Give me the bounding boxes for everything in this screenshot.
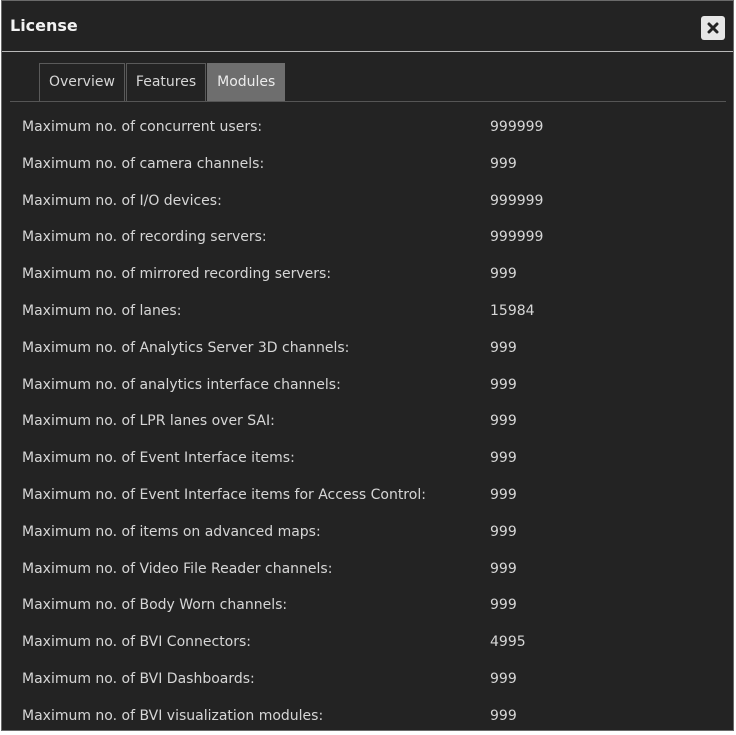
module-label: Maximum no. of LPR lanes over SAI:: [22, 413, 275, 430]
module-label: Maximum no. of I/O devices:: [22, 192, 222, 209]
dialog-title: License: [10, 16, 78, 35]
module-row: Maximum no. of Event Interface items for…: [2, 477, 733, 514]
module-row: Maximum no. of Body Worn channels: 999: [2, 587, 733, 624]
module-value: 15984: [490, 302, 535, 319]
module-row: Maximum no. of items on advanced maps: 99…: [2, 514, 733, 551]
module-label: Maximum no. of BVI Dashboards:: [22, 670, 255, 687]
module-row: Maximum no. of recording servers: 999999: [2, 219, 733, 256]
modules-list: Maximum no. of concurrent users: 999999 Ma…: [2, 109, 733, 735]
title-bar: License: [2, 1, 733, 52]
module-label: Maximum no. of Event Interface items:: [22, 450, 295, 467]
module-row: Maximum no. of mirrored recording server…: [2, 256, 733, 293]
module-label: Maximum no. of BVI Connectors:: [22, 634, 252, 651]
license-dialog: License Overview Features Modules Maximu…: [1, 0, 734, 731]
module-row: Maximum no. of BVI Dashboards: 999: [2, 661, 733, 698]
close-icon: [707, 22, 719, 34]
close-button[interactable]: [701, 16, 725, 40]
module-row: Maximum no. of camera channels: 999: [2, 146, 733, 183]
module-label: Maximum no. of concurrent users:: [22, 119, 263, 135]
tab-features[interactable]: Features: [125, 63, 207, 101]
module-label: Maximum no. of mirrored recording server…: [22, 266, 332, 283]
module-value: 999: [490, 670, 517, 687]
module-label: Maximum no. of camera channels:: [22, 155, 265, 172]
module-value: 999: [490, 597, 517, 614]
module-row: Maximum no. of BVI Connectors: 4995: [2, 624, 733, 661]
module-value: 999999: [490, 229, 544, 246]
module-label: Maximum no. of Body Worn channels:: [22, 597, 288, 614]
tab-divider: [10, 101, 726, 102]
module-label: Maximum no. of items on advanced maps:: [22, 523, 321, 540]
module-label: Maximum no. of analytics interface chann…: [22, 376, 341, 393]
module-value: 999: [490, 450, 517, 467]
module-value: 999: [490, 560, 517, 577]
module-value: 999999: [490, 119, 544, 135]
module-row: Maximum no. of LPR lanes over SAI: 999: [2, 403, 733, 440]
module-value: 999999: [490, 192, 544, 209]
module-label: Maximum no. of lanes:: [22, 302, 182, 319]
module-value: 999: [490, 707, 517, 724]
module-row: Maximum no. of Event Interface items: 999: [2, 440, 733, 477]
module-value: 4995: [490, 634, 526, 651]
module-row: Maximum no. of concurrent users: 999999: [2, 109, 733, 146]
module-label: Maximum no. of Analytics Server 3D chann…: [22, 339, 350, 356]
module-row: Maximum no. of Video File Reader channel…: [2, 551, 733, 588]
tab-strip: Overview Features Modules: [39, 63, 286, 101]
module-value: 999: [490, 155, 517, 172]
module-row: Maximum no. of BVI visualization modules…: [2, 698, 733, 735]
module-value: 999: [490, 523, 517, 540]
tab-overview[interactable]: Overview: [39, 63, 125, 101]
module-label: Maximum no. of recording servers:: [22, 229, 267, 246]
module-label: Maximum no. of Video File Reader channel…: [22, 560, 333, 577]
module-value: 999: [490, 376, 517, 393]
module-value: 999: [490, 339, 517, 356]
module-row: Maximum no. of Analytics Server 3D chann…: [2, 330, 733, 367]
module-label: Maximum no. of BVI visualization modules…: [22, 707, 324, 724]
module-value: 999: [490, 266, 517, 283]
module-value: 999: [490, 486, 517, 503]
module-row: Maximum no. of analytics interface chann…: [2, 367, 733, 404]
module-label: Maximum no. of Event Interface items for…: [22, 486, 426, 503]
module-value: 999: [490, 413, 517, 430]
tab-modules[interactable]: Modules: [207, 63, 286, 101]
module-row: Maximum no. of I/O devices: 999999: [2, 183, 733, 220]
module-row: Maximum no. of lanes: 15984: [2, 293, 733, 330]
